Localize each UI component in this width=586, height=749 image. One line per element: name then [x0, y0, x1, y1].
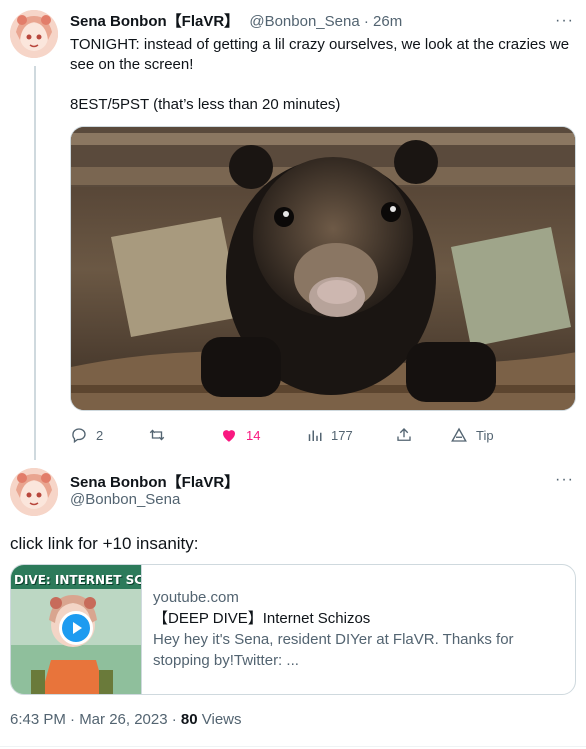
tip-icon [451, 427, 467, 442]
author-handle[interactable]: @Bonbon_Sena [70, 491, 180, 508]
retweet-icon [149, 429, 165, 441]
link-card-domain: youtube.com [153, 589, 239, 606]
retweet-button[interactable] [148, 424, 174, 446]
tweet-time[interactable]: 26m [373, 13, 402, 30]
tweet-image-bear[interactable] [70, 126, 576, 411]
tweet-meta: 6:43 PM · Mar 26, 2023 · 80 Views [10, 711, 242, 728]
tweet-header: Sena Bonbon【FlaVR】 @Bonbon_Sena · 26m [70, 12, 402, 32]
tip-label: Tip [476, 427, 494, 443]
views-icon [308, 430, 322, 441]
link-card-thumbnail-title: DIVE: INTERNET SC [14, 573, 142, 587]
play-icon[interactable] [59, 611, 93, 645]
tweet-actions: 2 14 177 Tip [70, 424, 576, 446]
like-button[interactable]: 14 [220, 424, 260, 446]
divider [0, 746, 586, 747]
tweet-text: click link for +10 insanity: [10, 534, 199, 553]
share-button[interactable] [395, 424, 421, 446]
like-count: 14 [246, 427, 261, 443]
reply-count: 2 [96, 427, 104, 443]
link-card[interactable]: DIVE: INTERNET SC youtube.com 【DEEP DIVE… [10, 564, 576, 695]
link-card-thumbnail[interactable]: DIVE: INTERNET SC [11, 565, 142, 694]
more-options-button[interactable]: ··· [555, 12, 574, 30]
heart-icon [223, 430, 235, 442]
views-label: Views [197, 711, 242, 728]
views-button[interactable]: 177 [305, 424, 353, 446]
thread-line [34, 66, 36, 460]
link-card-body[interactable]: youtube.com 【DEEP DIVE】Internet Schizos … [153, 587, 563, 671]
views-count: 177 [331, 427, 353, 443]
author-name[interactable]: Sena Bonbon【FlaVR】 [70, 471, 239, 492]
reply-icon [72, 428, 86, 444]
avatar[interactable] [10, 468, 58, 516]
author-handle[interactable]: @Bonbon_Sena [249, 13, 359, 30]
reply-button[interactable]: 2 [70, 424, 103, 446]
tip-button[interactable]: Tip [450, 424, 494, 446]
avatar[interactable] [10, 10, 58, 58]
separator: · [363, 13, 369, 30]
more-options-button[interactable]: ··· [555, 471, 574, 489]
tweet-text: TONIGHT: instead of getting a lil crazy … [70, 36, 570, 113]
tweet-timestamp[interactable]: 6:43 PM · Mar 26, 2023 · [10, 711, 181, 728]
link-card-title: 【DEEP DIVE】Internet Schizos [153, 610, 371, 627]
author-name[interactable]: Sena Bonbon【FlaVR】 [70, 13, 239, 30]
views-count: 80 [180, 711, 198, 728]
link-card-description: Hey hey it's Sena, resident DIYer at Fla… [153, 631, 514, 669]
share-icon [397, 428, 411, 441]
